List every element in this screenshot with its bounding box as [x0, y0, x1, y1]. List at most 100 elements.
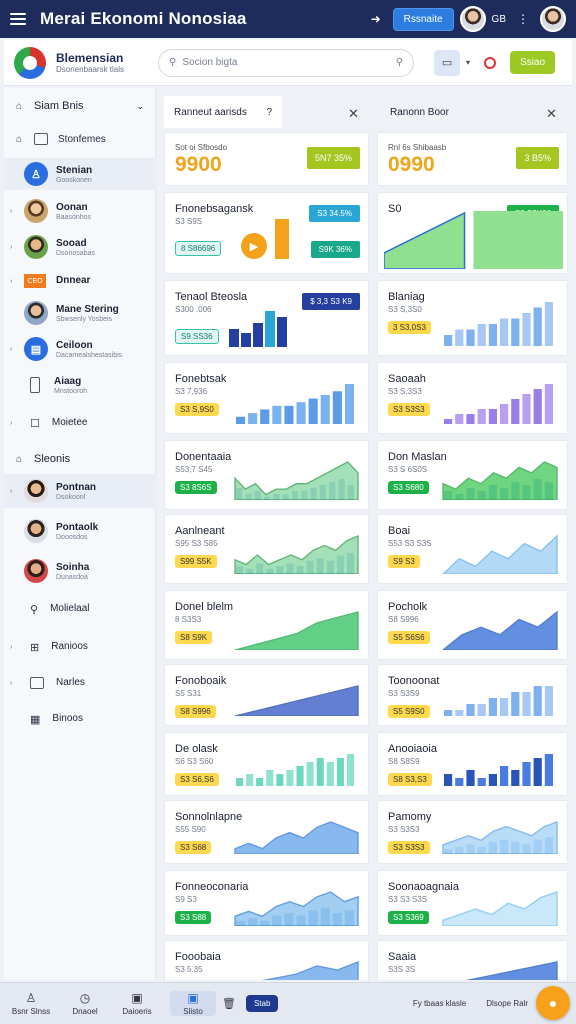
arrow-icon[interactable]: ➜ [365, 8, 387, 30]
mini-chart [384, 211, 563, 269]
metric-card[interactable]: Donel blelm 8 S3S3 S8 S9K [164, 590, 369, 660]
chart-area [234, 461, 359, 501]
metric-card[interactable]: Tenaol Bteosla S300 .006 S9 SS36 $ 3,3 S3 K… [164, 280, 369, 356]
sidebar-item-billing[interactable]: ▦ Binoos [4, 710, 156, 728]
card-subtitle: S55 S90 [175, 825, 206, 834]
metric-card[interactable]: FooobaiaS3 5.35S3 3S3 [164, 940, 369, 980]
bottom-badge-button[interactable]: Stab [245, 995, 279, 1012]
sidebar-item-reports[interactable]: › ⊞ Ranioos [4, 638, 156, 656]
search-submit-icon[interactable]: ⚲ [396, 57, 403, 68]
kpi-label: Rnl 6s Shibaasb [388, 143, 447, 152]
sidebar-item-profile[interactable]: ♙ Stenian Gooskonen [4, 158, 156, 190]
more-icon[interactable]: ⋮ [512, 8, 534, 30]
folder-icon[interactable]: ▭ [434, 49, 461, 76]
chart-bar [444, 335, 453, 346]
metric-card[interactable]: S0S3 S3K36 [377, 192, 568, 274]
chevron-icon: › [10, 207, 13, 215]
header-action-button[interactable]: Ssiao [510, 51, 556, 74]
floating-action-button[interactable]: ● [536, 986, 570, 1020]
chart-bar [455, 710, 464, 716]
sidebar-item-person-3[interactable]: Soinha Dunasdoa [4, 556, 156, 586]
bottom-item-dashboard[interactable]: ▣ Slisto [170, 991, 216, 1016]
close-icon[interactable]: ✕ [546, 106, 557, 122]
chart-bar [266, 770, 274, 786]
metric-card[interactable]: Fonneoconaria S9 S3 S3 S88 [164, 870, 369, 936]
mini-chart [234, 461, 359, 501]
sidebar-item-contact-1[interactable]: › Oonan Baasonhos [4, 196, 156, 226]
chart-bar [522, 762, 531, 786]
menu-icon[interactable] [10, 13, 26, 25]
metric-card[interactable]: Fonoboaik S5 S31 S8 S996 [164, 664, 369, 726]
metric-card[interactable]: Sonnolnlapne S55 S90 S3 S68 [164, 800, 369, 864]
chart-bar [488, 698, 497, 716]
kpi-card-left[interactable]: Sot oi Sfbosdo 9900 5N7 35% [164, 132, 369, 186]
secondary-avatar[interactable] [540, 6, 566, 32]
metric-card[interactable]: Fnonebsagansk S3 S9S 8 S86696 S3 34.5% S9K 3… [164, 192, 369, 274]
metric-card[interactable]: Aanlneant S95 S3 S85 S99 S5K [164, 514, 369, 584]
metric-card[interactable]: Saoaah S3 S,3S3 S3 S3S3 [377, 362, 568, 434]
metric-card[interactable]: Boai S53 S3 S3S S9 S3 [377, 514, 568, 584]
chart-bar [511, 692, 520, 716]
sidebar-item-sub: Mnstooroh [54, 387, 88, 395]
metric-card[interactable]: Pocholk S8 S996 S5 S6S6 [377, 590, 568, 660]
chart-area [442, 821, 558, 855]
card-title: Pocholk [388, 601, 428, 613]
card-subtitle: S3 S,3S3 [388, 387, 422, 396]
metric-card[interactable]: Toonoonat S3 S3S9 S5 S9S0 [377, 664, 568, 726]
chart-bar [316, 758, 324, 786]
help-icon[interactable]: ? [266, 107, 272, 118]
image-icon: ▣ [131, 991, 143, 1005]
metric-card[interactable]: Pamomy S3 S3S3 S3 S3S3 [377, 800, 568, 864]
bottom-item-image[interactable]: ▣ Daioeris [114, 991, 160, 1016]
sidebar-item-contact-4[interactable]: › ▤ Ceiloon Dacamealshestasibis [4, 334, 156, 364]
metric-card[interactable]: Donentaaia S53,7 S45 S3 8S6S [164, 440, 369, 510]
card-value-pill: 8 S86696 [175, 241, 222, 256]
metric-card[interactable]: Anooiaoia S8 S8S9 S8 S3,S3 [377, 732, 568, 796]
history-icon: ◷ [79, 991, 91, 1005]
metric-card[interactable]: Blaniag S3 S,3S0 3 S3,0S3 [377, 280, 568, 356]
chart-area [441, 534, 558, 575]
sidebar-item-analytics[interactable]: ⚲ Molielaal [4, 600, 156, 618]
user-avatar[interactable] [459, 6, 486, 32]
card-subtitle: S5 S31 [175, 689, 202, 698]
sidebar-item-person-2[interactable]: Pontaolk Dooosdos [4, 516, 156, 546]
metric-card[interactable]: SaaiaS3S 3SS3 S3S [377, 940, 568, 980]
trash-icon[interactable]: 🗑 [222, 997, 236, 1010]
bottom-item-user[interactable]: ♙ Bsnr Slnss [8, 991, 54, 1016]
sidebar-item-name: Stenian [56, 164, 93, 176]
panel-tab-left[interactable]: Ranneut aarisds ? [164, 96, 282, 128]
topbar-action-button[interactable]: Rssnaite [392, 7, 454, 31]
sidebar-item-ceo[interactable]: › CEO Dnnear [4, 272, 156, 290]
chart-bar [444, 710, 453, 716]
search-input[interactable]: ⚲ Socion bigta ⚲ [158, 48, 415, 77]
close-icon[interactable]: ✕ [348, 106, 359, 122]
bottom-status-text-2: Dlsope Ralr [486, 999, 528, 1008]
grid-icon: ⊞ [30, 641, 40, 654]
sidebar-item-contact-3[interactable]: Mane Stering Sbwsenly Yosbeis [4, 298, 156, 328]
sidebar-item-sub: Dsokoonl [56, 493, 86, 501]
chevron-icon: › [10, 243, 13, 251]
chart-bar [466, 329, 475, 346]
avatar [24, 479, 48, 503]
bottom-item-history[interactable]: ◷ Dnaoel [62, 991, 108, 1016]
metric-card[interactable]: Don Maslan S3 S 6S0S S3 S680 [377, 440, 568, 510]
sidebar-section-header-1[interactable]: ⌂ Siam Bnis ⌄ [4, 98, 156, 114]
sidebar-item-overview[interactable]: ⌂ Stonfemes [4, 130, 156, 148]
sidebar-section-header-2[interactable]: ⌂ Sleonis [4, 450, 156, 468]
sidebar-item-name: Soinha [56, 561, 90, 573]
metric-card[interactable]: Fonebtsak S3 7,936 S3 S,9S0 [164, 362, 369, 434]
metric-card[interactable]: Soonaoagnaia S3 S3 S3S S3 S369 [377, 870, 568, 936]
metric-card[interactable]: De olask S6 S3 S60 S3 S6,S6 [164, 732, 369, 796]
chevron-down-icon[interactable]: ▾ [466, 58, 470, 67]
sidebar-item-contact-2[interactable]: › Sooad Dsonosabas [4, 232, 156, 262]
sidebar-item-person-1[interactable]: › Pontnan Dsokoonl [4, 474, 156, 508]
sidebar-item-mobile[interactable]: Aiaag Mnstooroh [4, 372, 156, 398]
chart-bar [236, 416, 246, 424]
kpi-card-right[interactable]: Rnl 6s Shibaasb 0990 3 B5% [377, 132, 568, 186]
chart-bar [533, 307, 542, 346]
panel-tab-right[interactable]: Ranonn Boor [380, 96, 480, 128]
refresh-icon[interactable] [484, 56, 497, 69]
sidebar-item-notes[interactable]: › Narles [4, 674, 156, 692]
sidebar-item-messages[interactable]: › ☐ Moietee [4, 414, 156, 432]
card-title: Fonoboaik [175, 675, 227, 687]
